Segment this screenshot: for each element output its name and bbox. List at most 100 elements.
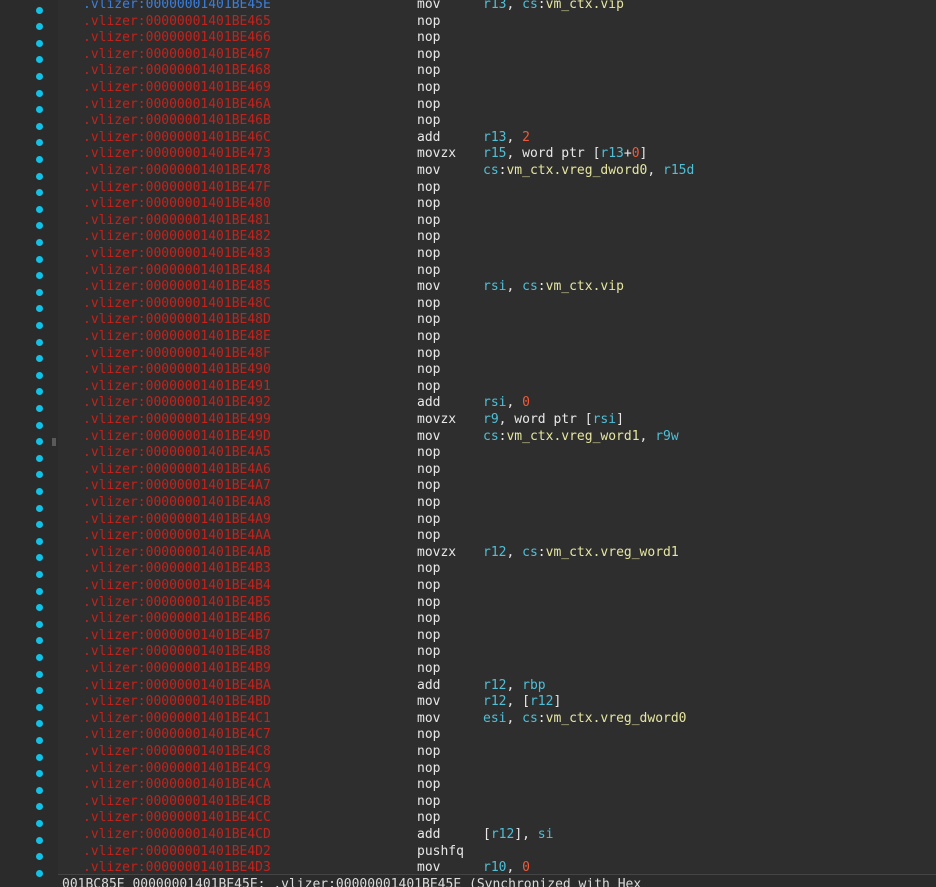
mnemonic[interactable]: nop [417, 628, 440, 645]
operand-token[interactable]: vm_ctx.vreg_word1 [546, 545, 679, 560]
listing-line[interactable]: .vlizer:00000001401BE4A9 nop [58, 512, 936, 529]
operand-token[interactable]: esi [483, 711, 506, 726]
address-label[interactable]: .vlizer:00000001401BE482 [83, 229, 271, 246]
listing-line[interactable]: .vlizer:00000001401BE499 movzx r9, word pt… [58, 412, 936, 429]
mnemonic[interactable]: nop [417, 578, 440, 595]
mnemonic[interactable]: nop [417, 80, 440, 97]
listing-line[interactable]: .vlizer:00000001401BE4B6 nop [58, 611, 936, 628]
address-label[interactable]: .vlizer:00000001401BE4CB [83, 794, 271, 811]
breakpoint-dot-icon[interactable] [36, 637, 43, 645]
address-label[interactable]: .vlizer:00000001401BE4A9 [83, 512, 271, 529]
address-label[interactable]: .vlizer:00000001401BE485 [83, 279, 271, 296]
operand-token[interactable]: cs [522, 711, 538, 726]
operand-token[interactable]: cs [522, 279, 538, 294]
operand-token[interactable]: r12 [483, 678, 506, 693]
listing-line[interactable]: .vlizer:00000001401BE491 nop [58, 379, 936, 396]
address-label[interactable]: .vlizer:00000001401BE4D3 [83, 860, 271, 874]
mnemonic[interactable]: nop [417, 113, 440, 130]
operand-token[interactable]: r12 [483, 694, 506, 709]
operand-token[interactable]: si [538, 827, 554, 842]
address-label[interactable]: .vlizer:00000001401BE4C8 [83, 744, 271, 761]
address-label[interactable]: .vlizer:00000001401BE48E [83, 329, 271, 346]
breakpoint-dot-icon[interactable] [36, 355, 43, 363]
breakpoint-dot-icon[interactable] [36, 753, 43, 761]
listing-line[interactable]: .vlizer:00000001401BE48C nop [58, 296, 936, 313]
operand-token[interactable]: r9w [655, 429, 678, 444]
operand-token[interactable]: 0 [632, 146, 640, 161]
mnemonic[interactable]: nop [417, 362, 440, 379]
mnemonic[interactable]: mov [417, 429, 440, 446]
operands[interactable]: r15, word ptr [r13+0] [483, 146, 647, 163]
mnemonic[interactable]: nop [417, 329, 440, 346]
listing-line[interactable]: .vlizer:00000001401BE46A nop [58, 97, 936, 114]
mnemonic[interactable]: nop [417, 462, 440, 479]
address-label[interactable]: .vlizer:00000001401BE490 [83, 362, 271, 379]
mnemonic[interactable]: nop [417, 346, 440, 363]
breakpoint-dot-icon[interactable] [36, 471, 43, 479]
flow-gutter[interactable] [0, 0, 58, 886]
listing-line[interactable]: .vlizer:00000001401BE48E nop [58, 329, 936, 346]
address-label[interactable]: .vlizer:00000001401BE4CA [83, 777, 271, 794]
listing-line[interactable]: .vlizer:00000001401BE46B nop [58, 113, 936, 130]
mnemonic[interactable]: nop [417, 611, 440, 628]
listing-line[interactable]: .vlizer:00000001401BE4B7 nop [58, 628, 936, 645]
operand-token[interactable]: vm_ctx.vreg_dword0 [506, 163, 647, 178]
operand-token[interactable]: r12 [483, 545, 506, 560]
operand-token[interactable]: r12 [491, 827, 514, 842]
mnemonic[interactable]: nop [417, 810, 440, 827]
disassembly-listing[interactable]: .vlizer:00000001401BE45E mov r13, cs:vm_ct… [58, 0, 936, 874]
listing-line[interactable]: .vlizer:00000001401BE4B5 nop [58, 595, 936, 612]
operands[interactable]: r13, 2 [483, 130, 530, 147]
operand-token[interactable]: vm_ctx.vip [546, 279, 624, 294]
listing-line[interactable]: .vlizer:00000001401BE4A7 nop [58, 478, 936, 495]
mnemonic[interactable]: nop [417, 196, 440, 213]
listing-line[interactable]: .vlizer:00000001401BE4D3 mov r10, 0 [58, 860, 936, 874]
address-label[interactable]: .vlizer:00000001401BE4A5 [83, 445, 271, 462]
breakpoint-dot-icon[interactable] [36, 106, 43, 114]
listing-line[interactable]: .vlizer:00000001401BE485 mov rsi, cs:vm_ct… [58, 279, 936, 296]
address-label[interactable]: .vlizer:00000001401BE47F [83, 180, 271, 197]
operand-token[interactable]: cs [483, 163, 499, 178]
breakpoint-dot-icon[interactable] [36, 803, 43, 811]
mnemonic[interactable]: nop [417, 661, 440, 678]
mnemonic[interactable]: add [417, 395, 440, 412]
operands[interactable]: cs:vm_ctx.vreg_dword0, r15d [483, 163, 694, 180]
breakpoint-dot-icon[interactable] [36, 288, 43, 296]
operand-token[interactable]: r13 [483, 0, 506, 12]
address-label[interactable]: .vlizer:00000001401BE4C9 [83, 761, 271, 778]
address-label[interactable]: .vlizer:00000001401BE4BD [83, 694, 271, 711]
address-label[interactable]: .vlizer:00000001401BE46B [83, 113, 271, 130]
listing-line[interactable]: .vlizer:00000001401BE4A8 nop [58, 495, 936, 512]
address-label[interactable]: .vlizer:00000001401BE4CC [83, 810, 271, 827]
operands[interactable]: esi, cs:vm_ctx.vreg_dword0 [483, 711, 687, 728]
mnemonic[interactable]: add [417, 130, 440, 147]
breakpoint-dot-icon[interactable] [36, 620, 43, 628]
breakpoint-dot-icon[interactable] [36, 736, 43, 744]
listing-line[interactable]: .vlizer:00000001401BE4A5 nop [58, 445, 936, 462]
breakpoint-dot-icon[interactable] [36, 853, 43, 861]
listing-line[interactable]: .vlizer:00000001401BE4CB nop [58, 794, 936, 811]
operand-token[interactable]: 0 [522, 395, 530, 410]
operands[interactable]: rsi, 0 [483, 395, 530, 412]
breakpoint-dot-icon[interactable] [36, 272, 43, 280]
operand-token[interactable]: rsi [593, 412, 616, 427]
address-label[interactable]: .vlizer:00000001401BE49D [83, 429, 271, 446]
breakpoint-dot-icon[interactable] [36, 6, 43, 14]
address-label[interactable]: .vlizer:00000001401BE492 [83, 395, 271, 412]
listing-line[interactable]: .vlizer:00000001401BE4D2 pushfq [58, 844, 936, 861]
mnemonic[interactable]: add [417, 827, 440, 844]
listing-line[interactable]: .vlizer:00000001401BE468 nop [58, 63, 936, 80]
listing-line[interactable]: .vlizer:00000001401BE482 nop [58, 229, 936, 246]
mnemonic[interactable]: mov [417, 279, 440, 296]
listing-line[interactable]: .vlizer:00000001401BE484 nop [58, 263, 936, 280]
address-label[interactable]: .vlizer:00000001401BE466 [83, 30, 271, 47]
address-label[interactable]: .vlizer:00000001401BE491 [83, 379, 271, 396]
listing-line[interactable]: .vlizer:00000001401BE4B3 nop [58, 561, 936, 578]
mnemonic[interactable]: nop [417, 30, 440, 47]
address-label[interactable]: .vlizer:00000001401BE4D2 [83, 844, 271, 861]
breakpoint-dot-icon[interactable] [36, 554, 43, 562]
listing-line[interactable]: .vlizer:00000001401BE4CA nop [58, 777, 936, 794]
listing-line[interactable]: .vlizer:00000001401BE4C8 nop [58, 744, 936, 761]
address-label[interactable]: .vlizer:00000001401BE4B7 [83, 628, 271, 645]
breakpoint-dot-icon[interactable] [36, 155, 43, 163]
